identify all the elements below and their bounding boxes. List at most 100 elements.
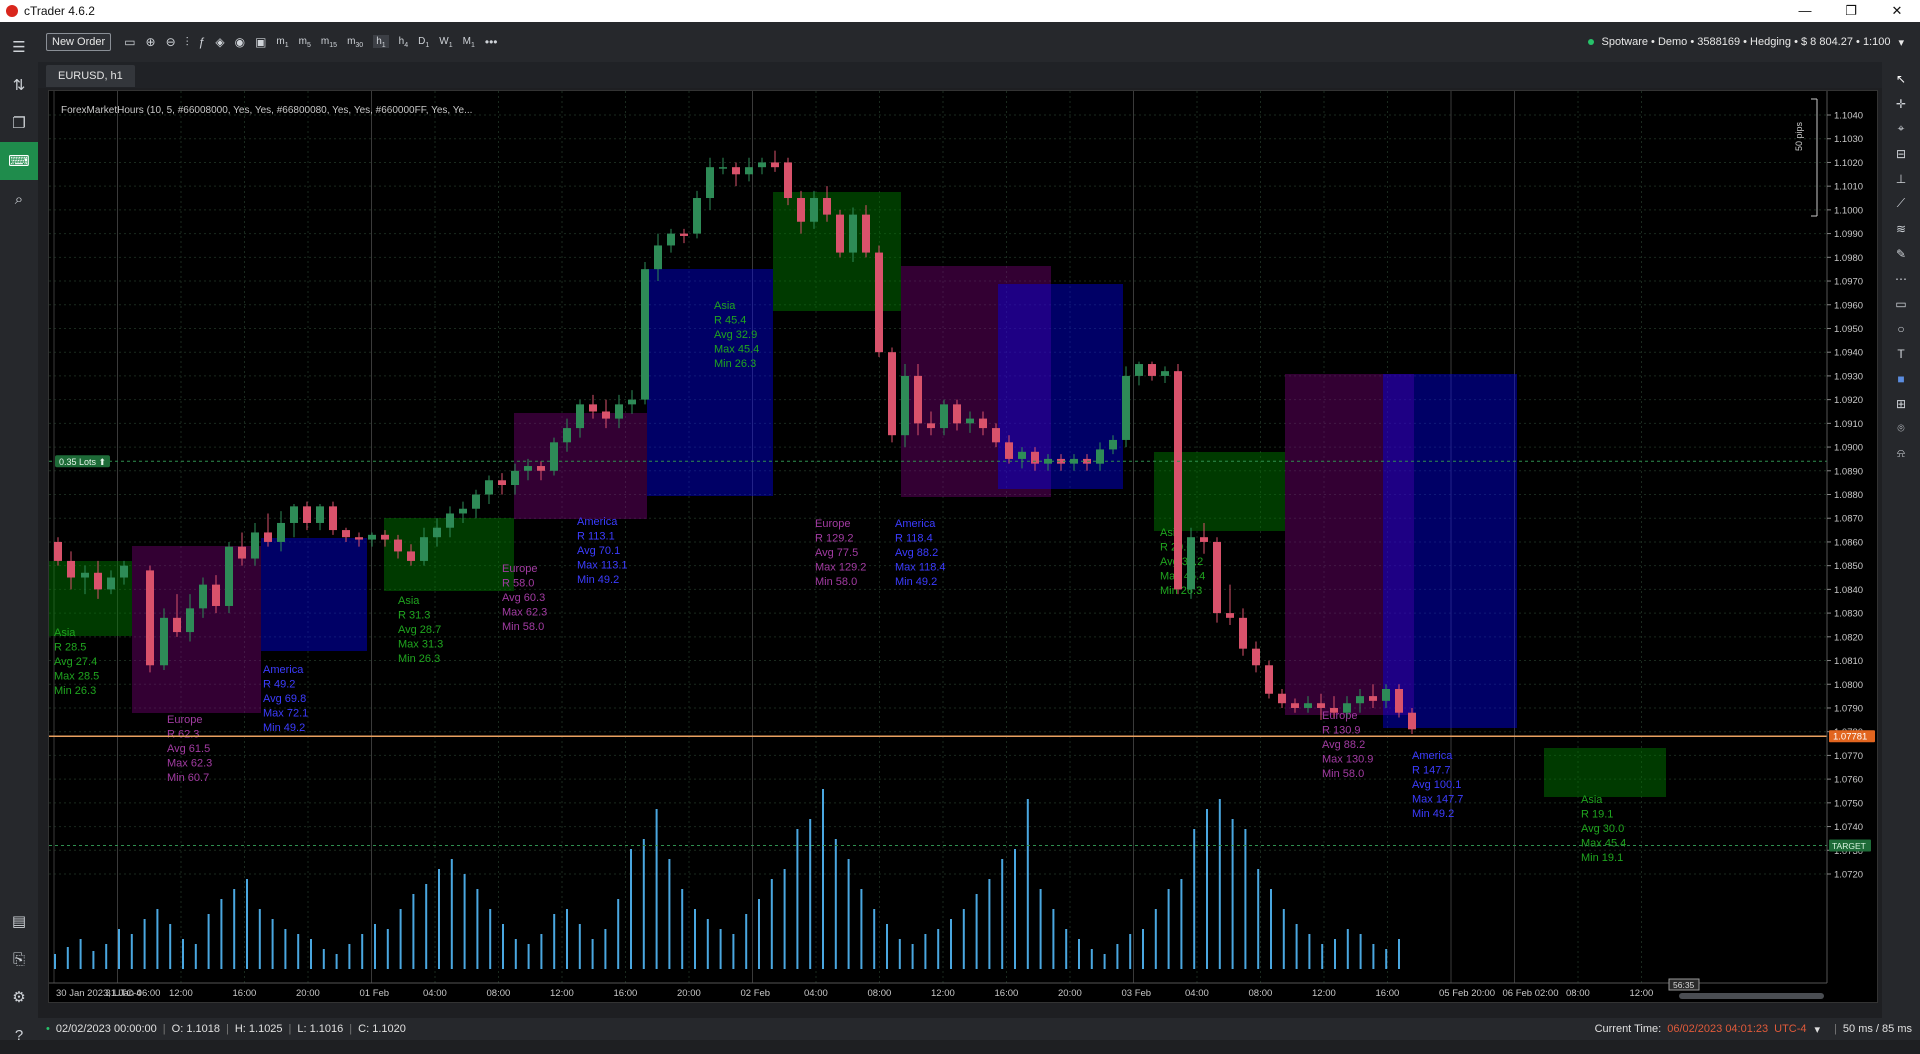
automate-icon[interactable]: ⌨	[0, 142, 38, 180]
price-chart[interactable]: Asia R 28.5 Avg 27.4 Max 28.5 Min 26.3 Europe…	[49, 91, 1877, 1002]
timezone-selector[interactable]: UTC-4	[1774, 1023, 1806, 1035]
timeframe-h4[interactable]: h4	[399, 36, 408, 49]
layout-icon[interactable]: ▭	[124, 35, 135, 49]
volume-bar	[566, 909, 568, 969]
account-info[interactable]: Spotware • Demo • 3588169 • Hedging • $ …	[1587, 36, 1904, 49]
minimize-button[interactable]: —	[1782, 3, 1828, 19]
chevron-down-icon[interactable]: ▾	[1815, 1023, 1821, 1036]
camera-icon[interactable]: ⌾	[1882, 416, 1920, 441]
more-icon[interactable]: •••	[485, 35, 498, 49]
grid-icon[interactable]: ⋯	[1882, 266, 1920, 291]
candle-body	[784, 162, 792, 199]
color-icon[interactable]: ■	[1882, 366, 1920, 391]
alert-icon[interactable]: ⍾	[1882, 441, 1920, 466]
session-stat-label: America	[577, 516, 618, 528]
chart-type-icon[interactable]: ⫶	[186, 35, 189, 50]
session-stat-label: Min 60.7	[167, 772, 209, 784]
template-icon[interactable]: ▣	[255, 35, 266, 49]
price-tick-label: 1.0720	[1834, 870, 1863, 881]
volume-bar	[540, 934, 543, 969]
pin-icon[interactable]: ⌖	[1882, 116, 1920, 141]
close-button[interactable]: ✕	[1874, 3, 1920, 19]
left-nav: ☰ ⇅ ❐ ⌨ ⌕ ▤ ⎘ ⚙ ?	[0, 22, 38, 1044]
volume-bar	[911, 944, 914, 969]
candle-body	[446, 513, 454, 528]
cursor-icon[interactable]: ↖	[1882, 66, 1920, 91]
price-tick-label: 1.0900	[1834, 443, 1863, 454]
volume-bar	[425, 884, 428, 969]
trendline-icon[interactable]: ⟋	[1882, 191, 1920, 216]
zoom-out-icon[interactable]: ⊖	[166, 35, 176, 49]
new-order-button[interactable]: New Order	[46, 33, 112, 51]
candle-body	[1213, 541, 1221, 614]
lots-badge-label: 0.35 Lots ⬆	[59, 457, 106, 467]
candle-body	[472, 494, 480, 509]
candle-body	[732, 167, 740, 175]
trade-icon[interactable]: ⇅	[0, 66, 38, 104]
fibonacci-icon[interactable]: ≋	[1882, 216, 1920, 241]
timeframe-D1[interactable]: D1	[418, 36, 429, 49]
copy-icon[interactable]: ❐	[0, 104, 38, 142]
timeframe-m5[interactable]: m5	[299, 36, 311, 49]
session-stat-label: Avg 27.4	[54, 656, 97, 668]
session-box-america	[261, 538, 367, 651]
hamburger-menu-icon[interactable]: ☰	[0, 28, 38, 66]
price-tick-label: 1.0860	[1834, 537, 1863, 548]
view-icon[interactable]: ◉	[235, 35, 245, 49]
time-tick-label: 08:00	[1249, 988, 1273, 999]
session-stat-label: R 19.1	[1581, 809, 1613, 821]
candle-body	[888, 352, 896, 436]
timeframe-M1[interactable]: M1	[463, 36, 475, 49]
zoom-in-icon[interactable]: ⊕	[146, 35, 156, 49]
session-stat-label: Asia	[398, 595, 420, 607]
timeframe-m1[interactable]: m1	[276, 36, 288, 49]
store-icon[interactable]: ▤	[0, 902, 38, 940]
volume-bar	[642, 839, 645, 969]
session-stat-label: R 129.2	[815, 533, 854, 545]
text-icon[interactable]: T	[1882, 341, 1920, 366]
ellipse-icon[interactable]: ○	[1882, 316, 1920, 341]
indicators-icon[interactable]: ƒ	[199, 35, 206, 49]
session-stat-label: Max 129.2	[815, 562, 866, 574]
horizontal-line-icon[interactable]: ⊟	[1882, 141, 1920, 166]
maximize-button[interactable]: ❐	[1828, 3, 1874, 19]
crosshair-icon[interactable]: ✛	[1882, 91, 1920, 116]
layers-icon[interactable]: ◈	[215, 35, 224, 49]
title-bar: cTrader 4.6.2 — ❐ ✕	[0, 0, 1920, 22]
price-tick-label: 1.0740	[1834, 822, 1863, 833]
volume-bar	[361, 934, 364, 969]
chart-area[interactable]: Asia R 28.5 Avg 27.4 Max 28.5 Min 26.3 Europe…	[48, 90, 1878, 1003]
chevron-down-icon[interactable]: ▾	[1898, 36, 1904, 49]
tab-eurusd-h1[interactable]: EURUSD, h1	[46, 65, 135, 87]
rectangle-icon[interactable]: ▭	[1882, 291, 1920, 316]
timeframe-m15[interactable]: m15	[321, 36, 337, 49]
help-icon[interactable]: ?	[0, 1016, 38, 1054]
copy-trade-icon[interactable]: ⎘	[0, 940, 38, 978]
vertical-line-icon[interactable]: ⊥	[1882, 166, 1920, 191]
timeframe-W1[interactable]: W1	[439, 36, 452, 49]
timeframe-h1[interactable]: h1	[373, 35, 389, 49]
time-tick-label: 12:00	[1312, 988, 1336, 999]
volume-bar	[374, 924, 376, 969]
pencil-icon[interactable]: ✎	[1882, 241, 1920, 266]
candle-body	[563, 428, 571, 443]
candle-body	[1382, 688, 1390, 701]
target-label: TARGET	[1832, 841, 1866, 851]
volume-bar	[1167, 889, 1170, 969]
candle-body	[537, 466, 545, 471]
volume-bar	[1039, 889, 1042, 969]
analyze-icon[interactable]: ⌕	[0, 180, 38, 218]
indicator-label[interactable]: ForexMarketHours (10, 5, #66008000, Yes,…	[61, 105, 472, 116]
chart-tab-strip: EURUSD, h1	[38, 62, 1882, 88]
price-tick-label: 1.0980	[1834, 253, 1863, 264]
price-tick-label: 1.0890	[1834, 466, 1863, 477]
volume-bar	[1103, 954, 1106, 969]
settings-icon[interactable]: ⚙	[0, 978, 38, 1016]
session-stat-label: Min 19.1	[1581, 852, 1623, 864]
volume-bar	[822, 789, 824, 969]
horizontal-scrollbar[interactable]	[1679, 993, 1824, 999]
candle-body	[953, 404, 961, 424]
layers-icon[interactable]: ⊞	[1882, 391, 1920, 416]
volume-bar	[988, 879, 991, 969]
timeframe-m30[interactable]: m30	[347, 36, 363, 49]
